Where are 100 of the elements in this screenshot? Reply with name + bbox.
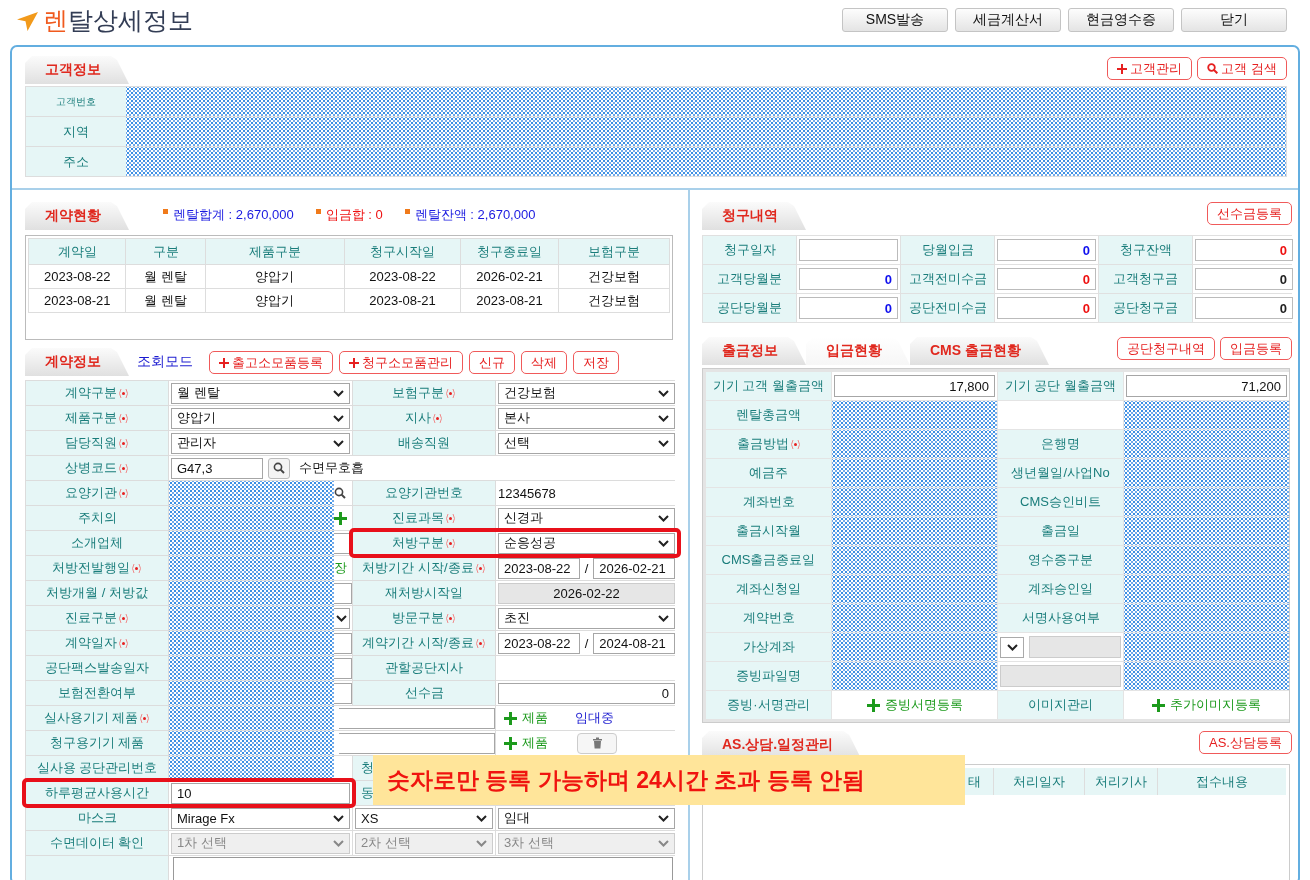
input-field[interactable] <box>334 532 352 554</box>
input-field[interactable]: 2023-08-22 <box>498 557 580 579</box>
column-header: 청구시작일 <box>344 238 461 265</box>
select-field[interactable]: 신경과 <box>498 507 675 529</box>
header-button[interactable]: 세금계산서 <box>955 7 1061 32</box>
field-value: 12345678 <box>498 485 556 501</box>
chevron-down-icon <box>476 814 487 822</box>
select-field[interactable]: 건강보험 <box>498 382 675 404</box>
input-field[interactable]: 0 <box>799 268 898 290</box>
action-button[interactable]: 입금등록 <box>1220 337 1292 360</box>
input-field[interactable] <box>1000 665 1121 687</box>
column-header: 청구종료일 <box>460 238 559 265</box>
action-button[interactable]: 신규 <box>469 351 515 374</box>
field-label: 보험전환여부 <box>58 684 136 702</box>
input-field[interactable]: 17,800 <box>834 375 995 397</box>
field-label: 실사용 공단관리번호 <box>36 759 158 777</box>
input-field[interactable]: 2023-08-22 <box>498 632 580 654</box>
input-field[interactable] <box>334 632 352 654</box>
input-field[interactable]: 0 <box>1195 297 1293 319</box>
header-button[interactable]: 현금영수증 <box>1068 7 1174 32</box>
field-label: 출금일 <box>1041 522 1080 540</box>
plus-icon <box>219 357 229 368</box>
field-label: 증빙·서명관리 <box>727 696 810 714</box>
search-button[interactable] <box>268 457 290 479</box>
field-label: 고객번호 <box>56 94 96 109</box>
action-button[interactable]: 고객 검색 <box>1197 57 1287 80</box>
chevron-down-icon <box>333 414 344 422</box>
select-field[interactable]: 임대 <box>498 807 675 829</box>
select-field[interactable]: Mirage Fx <box>171 807 350 829</box>
column-header: 처리일자 <box>994 768 1084 795</box>
field-label: 방문구분 <box>392 609 444 627</box>
input-field[interactable]: 0 <box>997 268 1096 290</box>
input-field[interactable]: 0 <box>498 682 675 704</box>
field-label: 청구잔액 <box>1119 241 1172 259</box>
input-field[interactable] <box>334 657 352 679</box>
select-field[interactable]: 관리자 <box>171 432 350 454</box>
input-field[interactable] <box>334 582 352 604</box>
select-field[interactable]: 순응성공 <box>498 532 675 554</box>
delete-button[interactable] <box>577 732 617 754</box>
select-field[interactable]: 월 렌탈 <box>171 382 350 404</box>
field-label: CMS승인비트 <box>1020 493 1101 511</box>
field-label: 계약일자 <box>65 634 117 652</box>
action-button[interactable]: 출고소모품등록 <box>209 351 333 374</box>
action-button[interactable]: 선수금등록 <box>1207 202 1292 225</box>
input-field[interactable]: 2026-02-21 <box>593 557 675 579</box>
field-label: 요양기관번호 <box>385 484 463 502</box>
input-field[interactable] <box>339 732 495 754</box>
column-header: 보험구분 <box>558 238 670 265</box>
select-field[interactable] <box>1000 636 1024 658</box>
bullet-icon <box>163 208 168 214</box>
action-button[interactable]: 저장 <box>573 351 619 374</box>
field-label: 마스크 <box>77 809 117 827</box>
product-link[interactable]: 제품 <box>522 709 548 727</box>
product-link[interactable]: 제품 <box>522 734 548 752</box>
chevron-down-icon <box>333 389 344 397</box>
action-button[interactable]: 공단청구내역 <box>1117 337 1215 360</box>
input-field[interactable]: 10 <box>171 782 350 804</box>
plus-icon <box>504 711 517 725</box>
field-label: 증빙파일명 <box>736 667 801 685</box>
input-field[interactable]: 0 <box>799 297 898 319</box>
action-button[interactable]: 고객관리 <box>1107 57 1193 80</box>
field-label: 계약기간 시작/종료 <box>362 634 474 652</box>
field-label: 계좌번호 <box>742 493 795 511</box>
action-button[interactable]: 삭제 <box>521 351 567 374</box>
field-label: 생년월일/사업No <box>1011 464 1110 482</box>
header-button[interactable]: 닫기 <box>1181 7 1287 32</box>
input-field[interactable]: 2024-08-21 <box>593 632 675 654</box>
input-field[interactable] <box>799 239 898 261</box>
select-field[interactable]: 초진 <box>498 607 675 629</box>
select-field[interactable] <box>334 607 350 629</box>
action-button[interactable]: AS.상담등록 <box>1199 731 1292 754</box>
select-field[interactable]: 양압기 <box>171 407 350 429</box>
table-cell: 2026-02-21 <box>460 264 559 289</box>
plus-icon <box>1117 63 1128 74</box>
column-header: 처리기사 <box>1085 768 1157 795</box>
input-field[interactable]: 71,200 <box>1126 375 1287 397</box>
tab[interactable]: CMS 출금현황 <box>910 337 1049 365</box>
input-field[interactable]: 0 <box>1195 268 1293 290</box>
table-cell: 2023-08-21 <box>344 288 461 313</box>
input-field[interactable]: G47,3 <box>171 457 263 479</box>
input-field[interactable]: 0 <box>997 297 1096 319</box>
input-field[interactable] <box>1029 636 1121 658</box>
field-label: CMS출금종료일 <box>721 551 816 569</box>
action-button[interactable]: 청구소모품관리 <box>339 351 463 374</box>
input-field[interactable]: 0 <box>1195 239 1293 261</box>
select-field[interactable]: 선택 <box>498 432 675 454</box>
date-separator: / <box>584 635 589 651</box>
select-field[interactable]: XS <box>355 807 493 829</box>
input-field[interactable] <box>334 682 352 704</box>
input-field[interactable]: 2026-02-22 <box>498 582 675 604</box>
field-label: 기기 공단 월출금액 <box>1004 377 1117 395</box>
header-button[interactable]: SMS발송 <box>842 7 948 32</box>
field-label: 계좌승인일 <box>1028 580 1093 598</box>
table-cell: 2023-08-21 <box>460 288 559 313</box>
select-field[interactable]: 본사 <box>498 407 675 429</box>
field-label: 영수증구분 <box>1028 551 1093 569</box>
input-field[interactable] <box>339 707 495 729</box>
tab[interactable]: 출금정보 <box>702 337 806 365</box>
field-label: 제품구분 <box>65 409 117 427</box>
input-field[interactable]: 0 <box>997 239 1096 261</box>
